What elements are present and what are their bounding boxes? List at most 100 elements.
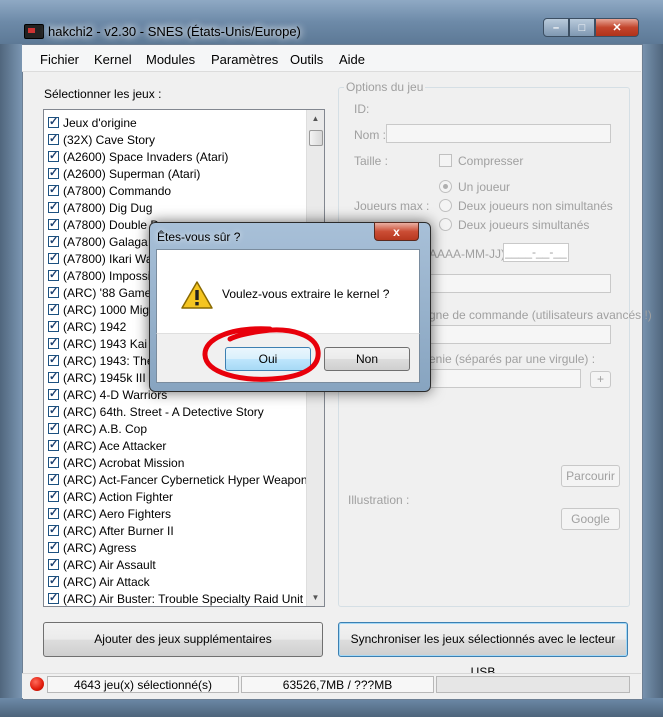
menu-modules[interactable]: Modules [146,52,195,67]
game-checkbox[interactable] [48,200,59,213]
list-item[interactable]: (ARC) Act-Fancer Cybernetick Hyper Weapo… [48,471,308,488]
list-item[interactable]: (ARC) 64th. Street - A Detective Story [48,403,264,420]
list-item[interactable]: (ARC) Aero Fighters [48,505,171,522]
game-title: Jeux d'origine [63,115,137,130]
game-checkbox[interactable] [48,455,59,468]
scroll-down-icon[interactable]: ▼ [307,589,324,606]
game-checkbox[interactable] [48,149,59,162]
game-title: (A7800) Galaga [63,234,148,249]
game-checkbox[interactable] [48,268,59,281]
list-item[interactable]: (32X) Cave Story [48,131,155,148]
add-genre-button[interactable]: + [590,371,611,388]
list-item[interactable]: (ARC) 1942 [48,318,126,335]
game-checkbox[interactable] [48,421,59,434]
list-item[interactable]: (ARC) Air Assault [48,556,156,573]
game-checkbox[interactable] [48,523,59,536]
no-button[interactable]: Non [324,347,410,371]
list-item[interactable]: (ARC) 1945k III [48,369,146,386]
window-border-bottom [0,698,663,717]
game-checkbox[interactable] [48,472,59,485]
menu-aide[interactable]: Aide [339,52,365,67]
compress-label: Compresser [458,154,524,168]
list-item[interactable]: (A2600) Space Invaders (Atari) [48,148,228,165]
game-checkbox[interactable] [48,438,59,451]
menu-outils[interactable]: Outils [290,52,323,67]
game-checkbox[interactable] [48,302,59,315]
list-item[interactable]: (ARC) Agress [48,539,136,556]
radio-two-players-alt[interactable] [439,199,452,212]
game-checkbox[interactable] [48,251,59,264]
radio-one-player[interactable] [439,180,452,193]
game-title: (ARC) Action Fighter [63,489,174,504]
scroll-up-icon[interactable]: ▲ [307,110,324,127]
list-item[interactable]: (ARC) 1000 Miglia [48,301,161,318]
list-item[interactable]: (ARC) Air Buster: Trouble Specialty Raid… [48,590,303,606]
game-checkbox[interactable] [48,285,59,298]
game-checkbox[interactable] [48,591,59,604]
dialog-close-button[interactable]: x [374,222,419,241]
radio-two-players-sim-label: Deux joueurs simultanés [458,218,590,232]
game-checkbox[interactable] [48,489,59,502]
status-size: 63526,7MB / ???MB [241,676,434,693]
list-item[interactable]: (ARC) After Burner II [48,522,174,539]
sync-button[interactable]: Synchroniser les jeux sélectionnés avec … [338,622,628,679]
add-games-button[interactable]: Ajouter des jeux supplémentaires [43,622,323,657]
menu-kernel[interactable]: Kernel [94,52,132,67]
close-button[interactable]: ✕ [595,18,639,37]
game-checkbox[interactable] [48,234,59,247]
list-item[interactable]: (ARC) Ace Attacker [48,437,166,454]
compress-checkbox[interactable] [439,154,452,167]
game-title: (ARC) 1943 Kai [63,336,148,351]
list-item[interactable]: (ARC) '88 Games [48,284,157,301]
list-item[interactable]: (ARC) 1943 Kai [48,335,147,352]
minimize-button[interactable]: – [543,18,569,37]
list-item[interactable]: Jeux d'origine [48,114,137,131]
game-title: (ARC) Air Attack [63,574,150,589]
game-checkbox[interactable] [48,336,59,349]
scroll-thumb[interactable] [309,130,323,146]
menu-fichier[interactable]: Fichier [40,52,79,67]
game-title: (A7800) Commando [63,183,172,198]
game-checkbox[interactable] [48,319,59,332]
game-checkbox[interactable] [48,183,59,196]
list-item[interactable]: (ARC) Action Fighter [48,488,173,505]
caption-buttons: – □ ✕ [543,18,639,38]
game-checkbox[interactable] [48,387,59,400]
radio-two-players-alt-label: Deux joueurs non simultanés [458,199,613,213]
game-checkbox[interactable] [48,217,59,230]
players-label: Joueurs max : [354,199,430,213]
dialog-message: Voulez-vous extraire le kernel ? [222,287,390,301]
game-title: (ARC) Act-Fancer Cybernetick Hyper Weapo… [63,472,308,487]
name-field[interactable] [386,124,611,143]
list-item[interactable]: (ARC) A.B. Cop [48,420,147,437]
game-title: (A2600) Superman (Atari) [63,166,201,181]
radio-two-players-sim[interactable] [439,218,452,231]
game-checkbox[interactable] [48,166,59,179]
game-checkbox[interactable] [48,115,59,128]
list-item[interactable]: (ARC) Air Attack [48,573,150,590]
publisher-field[interactable] [425,274,611,293]
game-checkbox[interactable] [48,506,59,519]
browse-button[interactable]: Parcourir [561,465,620,487]
maximize-button[interactable]: □ [569,18,595,37]
game-checkbox[interactable] [48,540,59,553]
list-item[interactable]: (ARC) Acrobat Mission [48,454,184,471]
list-item[interactable]: (A7800) Galaga [48,233,148,250]
game-checkbox[interactable] [48,574,59,587]
list-item[interactable]: (A7800) Commando [48,182,171,199]
list-item[interactable]: (A7800) Dig Dug [48,199,152,216]
game-title: (ARC) 64th. Street - A Detective Story [63,404,264,419]
game-checkbox[interactable] [48,132,59,145]
genre-field[interactable] [425,369,581,388]
game-checkbox[interactable] [48,370,59,383]
cmdline-field[interactable] [425,325,611,344]
list-item[interactable]: (A2600) Superman (Atari) [48,165,200,182]
game-checkbox[interactable] [48,404,59,417]
menu-parametres[interactable]: Paramètres [211,52,278,67]
game-checkbox[interactable] [48,557,59,570]
illustration-label: Illustration : [348,493,410,507]
close-icon: ✕ [612,22,622,34]
game-checkbox[interactable] [48,353,59,366]
date-field[interactable]: ____-__-__ [503,243,569,262]
google-button[interactable]: Google [561,508,620,530]
